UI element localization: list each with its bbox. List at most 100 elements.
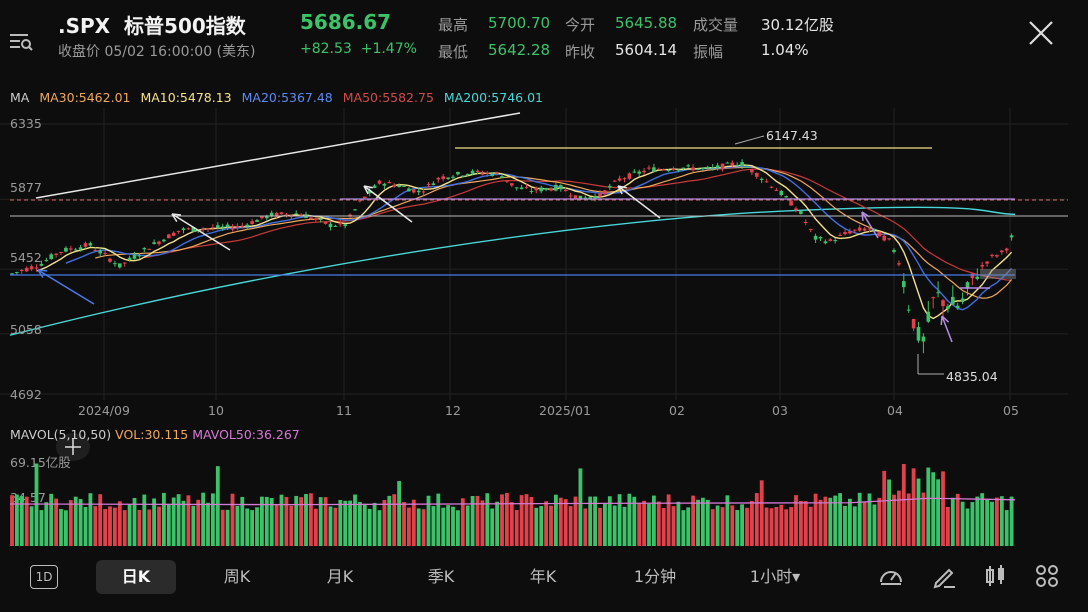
volume-bar xyxy=(637,503,642,546)
candle-body xyxy=(857,227,862,231)
volume-bar xyxy=(843,505,847,546)
x-tick-label: 03 xyxy=(772,403,788,418)
volume-bar xyxy=(49,493,54,546)
volume-bar xyxy=(372,502,377,546)
close-icon[interactable] xyxy=(1026,18,1056,48)
mavol50-value: MAVOL50:36.267 xyxy=(192,427,300,442)
candle-body xyxy=(706,166,710,168)
candle-body xyxy=(951,296,955,305)
candle-body xyxy=(446,177,450,179)
volume-label: 成交量 xyxy=(693,16,739,34)
candle-body xyxy=(147,248,151,250)
candle-body xyxy=(250,221,254,225)
volume-chart[interactable] xyxy=(0,446,1088,548)
tab-1hour[interactable]: 1小时▾ xyxy=(735,560,815,594)
candle-body xyxy=(220,226,225,228)
candle-body xyxy=(333,225,338,227)
candles xyxy=(10,159,1014,354)
x-tick-label: 10 xyxy=(208,403,224,418)
volume-bar xyxy=(779,504,784,546)
volume-bar xyxy=(583,508,588,546)
arrow-annotation xyxy=(617,185,661,219)
gauge-icon[interactable] xyxy=(878,563,904,589)
volume-bar xyxy=(411,499,416,546)
volume-bar xyxy=(132,497,137,546)
volume-bar xyxy=(206,502,210,546)
volume-bar xyxy=(686,507,691,546)
symbol-name: 标普500指数 xyxy=(124,14,246,38)
candle-body xyxy=(710,167,715,169)
candle-body xyxy=(764,181,769,183)
candle-body xyxy=(608,185,612,188)
candle-body xyxy=(441,176,445,179)
volume-bar xyxy=(348,500,352,546)
volume-bar xyxy=(166,503,171,546)
tab-year-k[interactable]: 年K xyxy=(511,560,575,594)
candle-body xyxy=(323,221,328,224)
candle-body xyxy=(519,187,524,190)
y-tick-label: 5452 xyxy=(10,250,42,265)
candle-body xyxy=(563,189,568,192)
last-price: 5686.67 xyxy=(300,10,392,34)
vol-value: VOL:30.115 xyxy=(115,427,189,442)
candle-body xyxy=(588,197,592,199)
candles-icon[interactable] xyxy=(983,563,1009,589)
candle-body xyxy=(245,224,249,227)
candle-body xyxy=(54,253,58,255)
candle-body xyxy=(98,250,102,254)
volume-bar xyxy=(387,495,392,546)
candle-body xyxy=(397,185,401,187)
ma30-value: MA30:5462.01 xyxy=(39,90,131,105)
x-tick-label: 2025/01 xyxy=(539,403,591,418)
volume-bar xyxy=(304,493,308,546)
candle-body xyxy=(642,170,646,173)
tab-week-k[interactable]: 周K xyxy=(205,560,269,594)
volume-legend[interactable]: MAVOL(5,10,50) VOL:30.115 MAVOL50:36.267 xyxy=(10,427,300,442)
pen-icon[interactable] xyxy=(932,563,958,589)
volume-bar xyxy=(960,501,965,546)
candle-body xyxy=(201,229,205,231)
candle-body xyxy=(666,170,671,172)
menu-icon[interactable] xyxy=(8,30,34,52)
ma-legend[interactable]: MA MA30:5462.01 MA10:5478.13 MA20:5367.4… xyxy=(10,90,549,105)
tab-1d[interactable]: 1D xyxy=(30,565,58,589)
low-annotation: 4835.04 xyxy=(946,369,998,384)
volume-bar xyxy=(1009,496,1014,546)
candle-body xyxy=(887,238,891,240)
volume-bar xyxy=(88,493,93,546)
candle-body xyxy=(559,185,563,190)
volume-bar xyxy=(309,493,313,546)
grid-icon[interactable] xyxy=(1034,563,1060,589)
low-value: 5642.28 xyxy=(488,41,551,59)
volume-bar xyxy=(661,507,666,546)
candle-body xyxy=(661,169,666,171)
volume-bar xyxy=(289,505,294,546)
volume-bar xyxy=(78,499,83,546)
candle-body xyxy=(402,186,406,188)
volume-bar xyxy=(799,500,803,546)
tab-1min[interactable]: 1分钟 xyxy=(620,560,690,594)
volume-bar xyxy=(333,507,338,546)
tab-month-k[interactable]: 月K xyxy=(308,560,372,594)
volume-bar xyxy=(558,497,563,546)
volume-bar xyxy=(735,510,740,546)
price-box xyxy=(980,269,1016,279)
volume-bar xyxy=(407,507,411,546)
candle-body xyxy=(784,196,788,198)
candle-body xyxy=(671,168,676,171)
tab-quarter-k[interactable]: 季K xyxy=(409,560,473,594)
candle-body xyxy=(108,258,112,262)
volume-bar xyxy=(152,498,156,546)
x-tick-label: 11 xyxy=(336,403,352,418)
candle-body xyxy=(691,167,695,171)
volume-bar xyxy=(103,509,107,546)
candlestick-chart[interactable] xyxy=(0,108,1088,426)
volume-bar xyxy=(931,472,936,546)
candle-body xyxy=(475,170,480,172)
candle-body xyxy=(735,164,739,166)
volume-bar xyxy=(750,501,754,546)
tab-day-k[interactable]: 日K xyxy=(96,560,176,594)
volume-bar xyxy=(353,494,357,546)
volume-bar xyxy=(828,497,833,546)
volume-bar xyxy=(505,492,509,546)
